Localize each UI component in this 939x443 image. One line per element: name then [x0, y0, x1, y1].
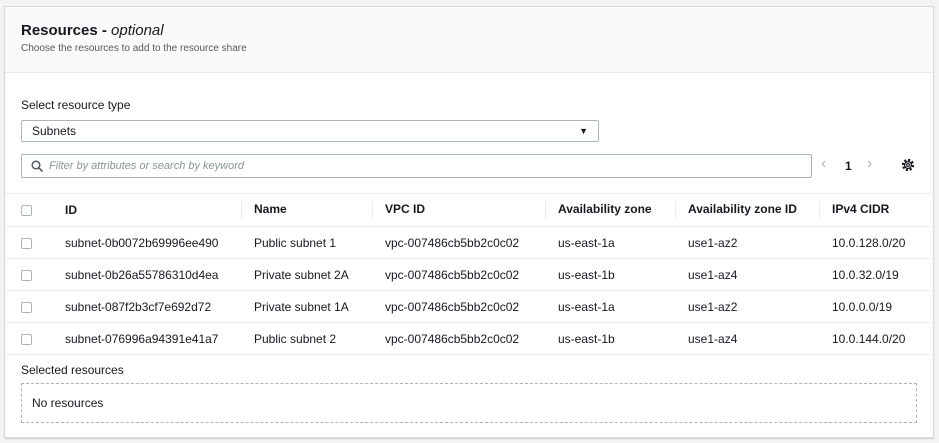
gear-icon[interactable]	[901, 158, 915, 172]
row-select-cell	[5, 258, 48, 291]
column-divider	[545, 201, 546, 219]
optional-tag: optional	[111, 22, 164, 39]
resource-type-value: Subnets	[32, 124, 77, 138]
resources-panel: Resources - optional Choose the resource…	[4, 6, 935, 438]
cell-vpc-id: vpc-007486cb5bb2c0c02	[372, 258, 545, 291]
cell-name: Private subnet 2A	[241, 258, 372, 291]
filter-input[interactable]: Filter by attributes or search by keywor…	[21, 154, 812, 178]
panel-description: Choose the resources to add to the resou…	[21, 43, 247, 54]
chevron-left-icon[interactable]: ‹	[821, 155, 826, 173]
cell-ipv4-cidr: 10.0.0.0/19	[819, 290, 935, 323]
cell-availability-zone-id: use1-az2	[675, 290, 819, 323]
column-header-name[interactable]: Name	[241, 193, 372, 227]
column-header-vpc-id[interactable]: VPC ID	[372, 193, 545, 227]
cell-id: subnet-0b0072b69996ee490	[48, 226, 241, 259]
resources-table: ID Name VPC ID Availability zone Availab…	[5, 193, 935, 355]
cell-vpc-id: vpc-007486cb5bb2c0c02	[372, 322, 545, 355]
selected-resources-box: No resources	[21, 383, 917, 423]
column-header-availability-zone[interactable]: Availability zone	[545, 193, 675, 227]
column-header-ipv4-cidr[interactable]: IPv4 CIDR	[819, 193, 935, 227]
cell-ipv4-cidr: 10.0.144.0/20	[819, 322, 935, 355]
cell-availability-zone: us-east-1a	[545, 226, 675, 259]
table-header-row: ID Name VPC ID Availability zone Availab…	[5, 193, 935, 227]
row-checkbox[interactable]	[21, 301, 32, 313]
select-all-cell	[5, 193, 48, 227]
search-icon	[31, 160, 43, 172]
cell-vpc-id: vpc-007486cb5bb2c0c02	[372, 226, 545, 259]
column-divider	[819, 201, 820, 219]
page-number[interactable]: 1	[845, 159, 852, 173]
cell-id: subnet-0b26a55786310d4ea	[48, 258, 241, 291]
cell-availability-zone: us-east-1a	[545, 290, 675, 323]
column-divider	[241, 201, 242, 219]
cell-vpc-id: vpc-007486cb5bb2c0c02	[372, 290, 545, 323]
no-resources-text: No resources	[32, 396, 104, 410]
cell-availability-zone: us-east-1b	[545, 322, 675, 355]
table-row[interactable]: subnet-087f2b3cf7e692d72 Private subnet …	[5, 290, 935, 323]
selected-resources-label: Selected resources	[21, 363, 124, 377]
resource-type-label: Select resource type	[21, 98, 131, 112]
cell-availability-zone-id: use1-az2	[675, 226, 819, 259]
cell-id: subnet-076996a94391e41a7	[48, 322, 241, 355]
row-checkbox[interactable]	[21, 269, 32, 281]
row-select-cell	[5, 226, 48, 259]
cell-availability-zone-id: use1-az4	[675, 322, 819, 355]
select-all-checkbox[interactable]	[21, 205, 32, 217]
panel-header: Resources - optional Choose the resource…	[5, 7, 933, 73]
cell-ipv4-cidr: 10.0.128.0/20	[819, 226, 935, 259]
column-header-availability-zone-id[interactable]: Availability zone ID	[675, 193, 819, 227]
cell-name: Public subnet 1	[241, 226, 372, 259]
row-select-cell	[5, 322, 48, 355]
table-row[interactable]: subnet-0b0072b69996ee490 Public subnet 1…	[5, 226, 935, 259]
cell-ipv4-cidr: 10.0.32.0/19	[819, 258, 935, 291]
cell-availability-zone: us-east-1b	[545, 258, 675, 291]
cell-availability-zone-id: use1-az4	[675, 258, 819, 291]
row-checkbox[interactable]	[21, 333, 32, 345]
column-header-id[interactable]: ID	[48, 193, 241, 227]
caret-down-icon: ▼	[579, 126, 588, 136]
cell-id: subnet-087f2b3cf7e692d72	[48, 290, 241, 323]
table-row[interactable]: subnet-0b26a55786310d4ea Private subnet …	[5, 258, 935, 291]
cell-name: Public subnet 2	[241, 322, 372, 355]
row-checkbox[interactable]	[21, 237, 32, 249]
column-divider	[675, 201, 676, 219]
table-row[interactable]: subnet-076996a94391e41a7 Public subnet 2…	[5, 322, 935, 355]
resource-type-select[interactable]: Subnets ▼	[21, 120, 599, 142]
column-divider	[372, 201, 373, 219]
cell-name: Private subnet 1A	[241, 290, 372, 323]
filter-placeholder: Filter by attributes or search by keywor…	[49, 160, 245, 172]
panel-title: Resources - optional	[21, 22, 164, 39]
row-select-cell	[5, 290, 48, 323]
chevron-right-icon[interactable]: ›	[867, 155, 872, 173]
